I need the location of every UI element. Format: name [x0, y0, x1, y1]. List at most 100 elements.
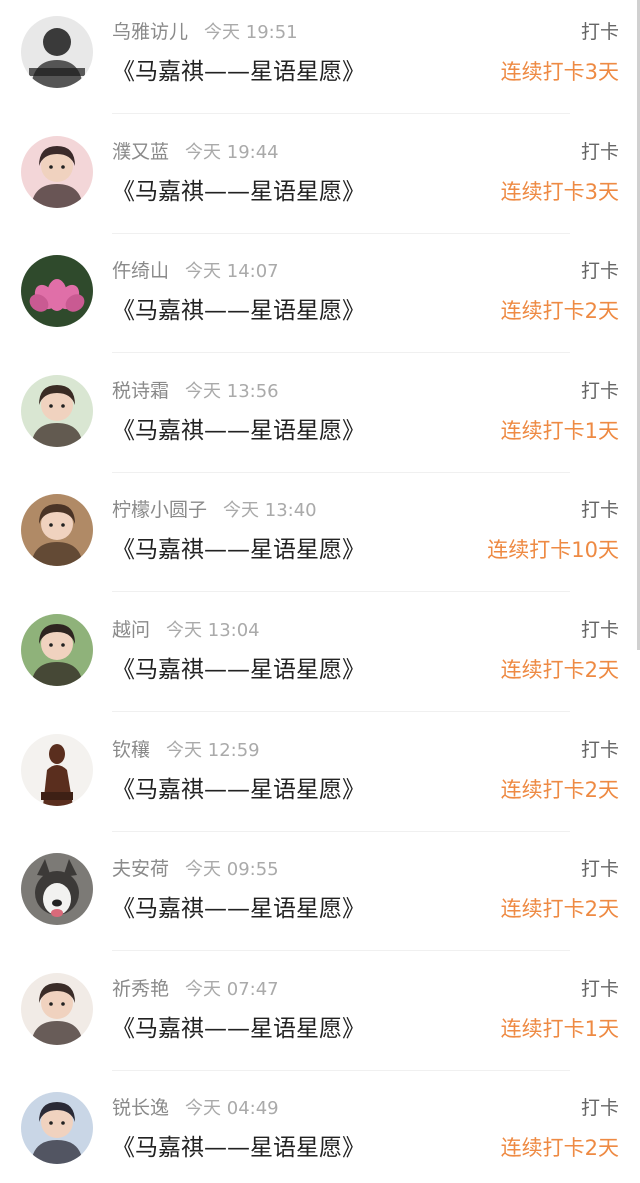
divider: [112, 232, 570, 234]
dog-icon: [21, 853, 93, 926]
item-meta: 祈秀艳 今天 07:47: [112, 975, 279, 1003]
song-title[interactable]: 《马嘉祺——星语星愿》: [112, 1012, 365, 1046]
timestamp: 今天 19:51: [204, 22, 298, 43]
user-name[interactable]: 柠檬小圆子: [112, 499, 207, 521]
checkin-label: 打卡: [580, 499, 619, 522]
streak-badge: 连续打卡2天: [500, 299, 619, 324]
user-photo-icon: [21, 374, 93, 447]
user-photo-icon: [21, 135, 93, 208]
checkin-label: 打卡: [580, 1097, 619, 1120]
list-item[interactable]: 夫安荷 今天 09:55 《马嘉祺——星语星愿》 打卡连续打卡2天: [0, 837, 640, 956]
item-meta: 仵绮山 今天 14:07: [112, 257, 279, 285]
song-title[interactable]: 《马嘉祺——星语星愿》: [112, 653, 365, 687]
avatar[interactable]: [21, 972, 93, 1045]
list-item[interactable]: 锐长逸 今天 04:49 《马嘉祺——星语星愿》 打卡连续打卡2天: [0, 1076, 640, 1183]
song-title[interactable]: 《马嘉祺——星语星愿》: [112, 1131, 365, 1165]
avatar[interactable]: [21, 733, 93, 806]
list-item[interactable]: 仵绮山 今天 14:07 《马嘉祺——星语星愿》 打卡连续打卡2天: [0, 239, 640, 358]
checkin-label: 打卡: [580, 977, 619, 1000]
item-meta: 柠檬小圆子 今天 13:40: [112, 496, 317, 524]
item-meta: 越问 今天 13:04: [112, 616, 260, 644]
user-name[interactable]: 乌雅访儿: [112, 21, 188, 43]
list-item[interactable]: 税诗霜 今天 13:56 《马嘉祺——星语星愿》 打卡连续打卡1天: [0, 359, 640, 478]
user-photo-bw-icon: [21, 16, 93, 88]
song-title[interactable]: 《马嘉祺——星语星愿》: [112, 773, 365, 807]
item-meta: 夫安荷 今天 09:55: [112, 855, 279, 883]
checkin-label: 打卡: [580, 858, 619, 881]
song-title[interactable]: 《马嘉祺——星语星愿》: [112, 175, 365, 209]
checkin-label: 打卡: [580, 140, 619, 163]
avatar[interactable]: [21, 255, 93, 328]
list-item[interactable]: 濮又蓝 今天 19:44 《马嘉祺——星语星愿》 打卡连续打卡3天: [0, 120, 640, 239]
list-item[interactable]: 越问 今天 13:04 《马嘉祺——星语星愿》 打卡连续打卡2天: [0, 598, 640, 717]
song-title[interactable]: 《马嘉祺——星语星愿》: [112, 294, 365, 328]
streak-badge: 连续打卡2天: [500, 658, 619, 682]
avatar[interactable]: [21, 853, 93, 926]
checkin-list: 乌雅访儿 今天 19:51 《马嘉祺——星语星愿》 打卡 连续打卡3天 濮又蓝 今天 19…: [0, 0, 640, 1183]
streak-badge: 连续打卡2天: [500, 777, 619, 802]
item-meta: 钦穰 今天 12:59: [112, 736, 260, 764]
list-item[interactable]: 柠檬小圆子 今天 13:40 《马嘉祺——星语星愿》 打卡连续打卡10天: [0, 478, 640, 597]
divider: [112, 591, 570, 593]
item-meta: 税诗霜 今天 13:56: [112, 377, 279, 405]
timestamp: 今天 13:40: [223, 500, 317, 522]
divider: [112, 1069, 570, 1071]
checkin-label: 打卡: [580, 619, 619, 641]
streak-badge: 连续打卡10天: [487, 538, 619, 563]
user-name[interactable]: 越问: [112, 619, 150, 641]
user-photo-icon: [21, 1092, 93, 1165]
streak-badge: 连续打卡3天: [500, 179, 619, 204]
avatar[interactable]: [21, 494, 93, 567]
list-item[interactable]: 乌雅访儿 今天 19:51 《马嘉祺——星语星愿》 打卡连续打卡3天: [0, 0, 640, 119]
avatar[interactable]: [21, 1092, 93, 1165]
divider: [112, 830, 570, 832]
user-name[interactable]: 钦穰: [112, 739, 150, 761]
checkin-label: 打卡: [580, 379, 619, 402]
timestamp: 今天 14:07: [185, 261, 279, 283]
user-photo-icon: [21, 972, 93, 1045]
timestamp: 今天 04:49: [185, 1098, 279, 1120]
avatar[interactable]: [21, 614, 93, 686]
item-meta: 锐长逸 今天 04:49: [112, 1094, 279, 1122]
avatar[interactable]: [21, 374, 93, 447]
checkin-label: 打卡: [580, 738, 619, 761]
statue-icon: [21, 733, 93, 806]
divider: [112, 471, 570, 473]
streak-badge: 连续打卡1天: [500, 1016, 619, 1041]
user-name[interactable]: 濮又蓝: [112, 141, 169, 163]
song-title[interactable]: 《马嘉祺——星语星愿》: [112, 414, 365, 448]
avatar[interactable]: [21, 16, 93, 88]
timestamp: 今天 09:55: [185, 859, 279, 881]
song-title[interactable]: 《马嘉祺——星语星愿》: [112, 533, 365, 567]
item-meta: 乌雅访儿 今天 19:51: [112, 18, 298, 46]
list-item[interactable]: 祈秀艳 今天 07:47 《马嘉祺——星语星愿》 打卡连续打卡1天: [0, 957, 640, 1076]
streak-badge: 连续打卡3天: [500, 60, 619, 84]
avatar[interactable]: [21, 135, 93, 208]
user-photo-icon: [21, 614, 93, 686]
checkin-label: 打卡: [580, 260, 619, 283]
checkin-label: 打卡: [580, 21, 619, 43]
user-name[interactable]: 锐长逸: [112, 1097, 169, 1119]
timestamp: 今天 13:04: [166, 620, 260, 641]
item-meta: 濮又蓝 今天 19:44: [112, 138, 279, 166]
user-name[interactable]: 仵绮山: [112, 260, 169, 282]
song-title[interactable]: 《马嘉祺——星语星愿》: [112, 55, 365, 89]
user-name[interactable]: 夫安荷: [112, 858, 169, 880]
streak-badge: 连续打卡2天: [500, 1136, 619, 1161]
timestamp: 今天 12:59: [166, 739, 260, 761]
divider: [112, 711, 570, 712]
user-name[interactable]: 祈秀艳: [112, 978, 169, 1000]
list-item[interactable]: 钦穰 今天 12:59 《马嘉祺——星语星愿》 打卡连续打卡2天: [0, 718, 640, 837]
divider: [112, 352, 570, 354]
streak-badge: 连续打卡1天: [500, 418, 619, 443]
user-photo-icon: [21, 494, 93, 567]
lotus-flower-icon: [21, 255, 93, 328]
user-name[interactable]: 税诗霜: [112, 380, 169, 402]
timestamp: 今天 19:44: [185, 141, 279, 163]
divider: [112, 113, 570, 114]
timestamp: 今天 07:47: [185, 978, 279, 1000]
timestamp: 今天 13:56: [185, 380, 279, 402]
divider: [112, 950, 570, 952]
song-title[interactable]: 《马嘉祺——星语星愿》: [112, 892, 365, 926]
streak-badge: 连续打卡2天: [500, 897, 619, 922]
